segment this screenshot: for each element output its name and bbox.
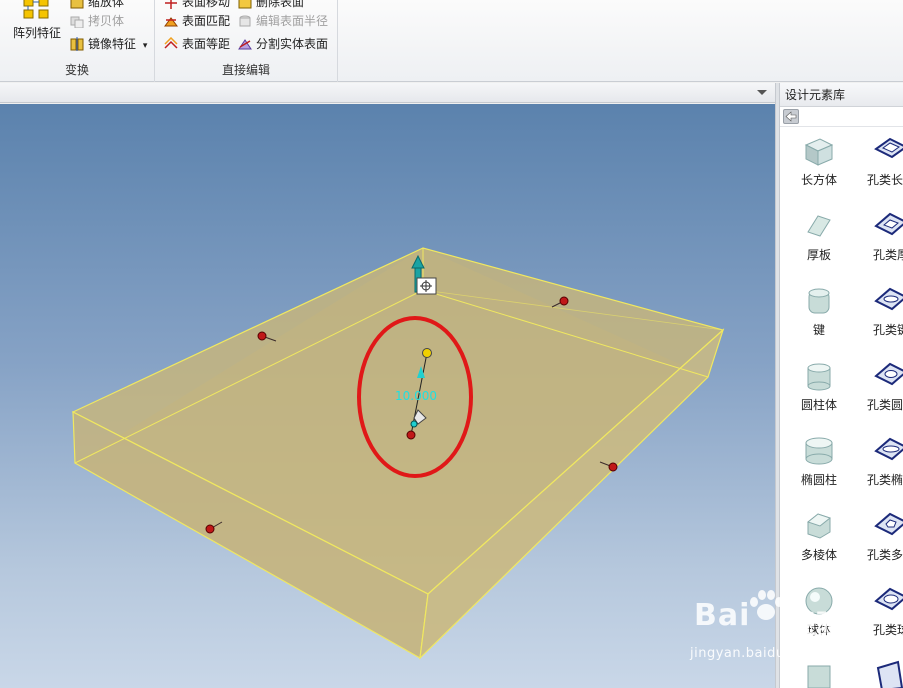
surface-move-icon: [165, 0, 177, 9]
library-item-hole-key[interactable]: 孔类键: [858, 281, 903, 355]
direct-edit-group-label: 直接编辑: [221, 63, 270, 77]
edit-radius-icon: [239, 15, 251, 27]
edit-surface-radius-button[interactable]: 编辑表面半径: [238, 12, 328, 30]
surface-offset-button[interactable]: 表面等距: [164, 35, 230, 53]
chevron-down-icon: ▾: [142, 41, 148, 51]
back-arrow-icon[interactable]: [783, 109, 799, 124]
library-item-key[interactable]: 键: [786, 281, 852, 355]
scale-body-button[interactable]: 缩放体: [70, 0, 124, 11]
hole-prism-icon: [874, 512, 903, 536]
copy-body-icon: [70, 16, 84, 28]
surface-match-icon: [164, 17, 178, 27]
scene-canvas[interactable]: 10.000: [0, 104, 775, 688]
hole-elliptic-icon: [874, 437, 903, 461]
array-feature-icon: [23, 0, 49, 19]
transform-group-label: 变换: [64, 63, 89, 77]
library-item-hole-plate[interactable]: 孔类厚: [858, 206, 903, 280]
library-item-elliptic-cylinder[interactable]: 椭圆柱: [786, 431, 852, 505]
viewport-header: [0, 83, 775, 103]
move-tool-icon[interactable]: [416, 277, 437, 295]
hole-cylinder-icon: [874, 362, 903, 386]
app-window: 阵列特征 缩放体 拷贝体 镜像特征 ▾ 变换 表面移动 删除表面 表面匹配 编辑…: [0, 0, 903, 688]
dimension-label: 10.000: [395, 389, 437, 403]
library-item-hole-cuboid[interactable]: 孔类长方: [858, 131, 903, 205]
hole-key-icon: [874, 287, 903, 311]
partial-hole-icon: [876, 660, 903, 688]
library-item-partial-hole[interactable]: [858, 656, 903, 688]
library-item-hole-sphere[interactable]: 孔类球: [858, 581, 903, 655]
elliptic-cylinder-icon: [805, 437, 833, 465]
plate-icon: [807, 215, 831, 237]
delete-surface-button[interactable]: 删除表面: [238, 0, 304, 11]
hole-plate-icon: [874, 212, 903, 236]
transform-group: 阵列特征 缩放体 拷贝体 镜像特征 ▾ 变换: [0, 0, 155, 82]
library-nav: [780, 107, 903, 127]
surface-match-button[interactable]: 表面匹配: [164, 12, 230, 30]
library-item-cylinder[interactable]: 圆柱体: [786, 356, 852, 430]
cylinder-icon: [807, 363, 831, 391]
cube-icon: [804, 138, 834, 166]
library-item-plate[interactable]: 厚板: [786, 206, 852, 280]
scale-icon: [70, 0, 84, 9]
3d-viewport[interactable]: 10.000: [0, 104, 775, 688]
prism-icon: [806, 513, 832, 539]
design-element-library: 设计元素库 长方体 孔类长方 厚板 孔类厚 键: [779, 83, 903, 688]
surface-move-button[interactable]: 表面移动: [164, 0, 230, 11]
array-feature-button[interactable]: 阵列特征: [10, 0, 64, 46]
partial-shape-icon: [807, 665, 831, 688]
library-title: 设计元素库: [780, 83, 903, 107]
library-item-hole-cylinder[interactable]: 孔类圆柱: [858, 356, 903, 430]
key-icon: [808, 288, 830, 314]
copy-body-button[interactable]: 拷贝体: [70, 12, 124, 30]
library-item-sphere[interactable]: 球体: [786, 581, 852, 655]
array-feature-label: 阵列特征: [12, 26, 61, 40]
delete-surface-icon: [238, 0, 252, 9]
sphere-icon: [805, 587, 833, 615]
split-solid-surface-button[interactable]: 分割实体表面: [238, 35, 328, 53]
hole-cube-icon: [874, 137, 903, 159]
hole-sphere-icon: [874, 587, 903, 611]
library-item-cuboid[interactable]: 长方体: [786, 131, 852, 205]
surface-offset-icon: [164, 37, 178, 49]
ribbon: 阵列特征 缩放体 拷贝体 镜像特征 ▾ 变换 表面移动 删除表面 表面匹配 编辑…: [0, 0, 903, 82]
viewport-dropdown-icon[interactable]: [755, 86, 769, 98]
library-item-prism[interactable]: 多棱体: [786, 506, 852, 580]
mirror-feature-button[interactable]: 镜像特征 ▾: [70, 35, 147, 53]
library-item-hole-prism[interactable]: 孔类多棱: [858, 506, 903, 580]
mirror-icon: [70, 37, 84, 51]
split-surface-icon: [238, 39, 252, 50]
direct-edit-group: 表面移动 删除表面 表面匹配 编辑表面半径 表面等距 分割实体表面 直接编辑: [155, 0, 338, 82]
library-item-partial[interactable]: [786, 656, 852, 688]
library-item-hole-elliptic[interactable]: 孔类椭圆: [858, 431, 903, 505]
